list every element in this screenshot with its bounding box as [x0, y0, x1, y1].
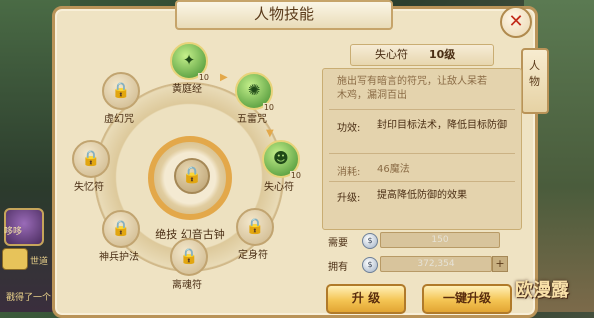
- need-label: 需要: [328, 238, 348, 249]
- lock-icon: 🔒: [111, 81, 131, 99]
- add-currency-button[interactable]: +: [492, 256, 508, 272]
- lock-icon: 🔒: [179, 247, 199, 265]
- skill-description: 施出写有暗言的符咒，让敌人呆若木鸡，漏洞百出: [337, 76, 487, 101]
- divider: [329, 153, 515, 154]
- skill-slot[interactable]: ✺ 10: [235, 72, 275, 112]
- skill-label: 神兵护法: [99, 252, 139, 263]
- skill-slot[interactable]: ✦ 10: [170, 42, 210, 82]
- skill-label: 黄庭经: [172, 84, 202, 95]
- skill-level: 10级: [429, 48, 456, 61]
- skill-slot[interactable]: 🔒: [72, 140, 110, 178]
- skill-detail-panel: 失心符 10级 施出写有暗言的符咒，让敌人呆若木鸡，漏洞百出 功效: 封印目标法…: [322, 44, 522, 314]
- upgrade-label: 升级:: [337, 193, 361, 204]
- need-value: 150: [380, 232, 500, 248]
- page-title: 人物技能: [175, 0, 393, 30]
- cost-label: 消耗:: [337, 167, 361, 178]
- player-name: 哆哆: [4, 226, 23, 236]
- arrow-icon: ▼: [266, 128, 274, 139]
- skill-name: 失心符: [375, 48, 408, 61]
- tab-character[interactable]: 人物: [521, 48, 549, 114]
- skill-slot[interactable]: 🔒: [102, 210, 140, 248]
- cost-value: 46魔法: [377, 164, 410, 175]
- skill-slot[interactable]: 🔒: [102, 72, 140, 110]
- lock-icon: 🔒: [245, 217, 265, 235]
- skill-label: 定身符: [238, 250, 268, 261]
- skill-slot[interactable]: 🔒: [236, 208, 274, 246]
- skill-label: 五雷咒: [237, 114, 267, 125]
- lock-icon: 🔒: [81, 149, 101, 167]
- watermark: 欧漫露: [515, 280, 569, 301]
- silver-coin-icon: $: [362, 257, 378, 273]
- upgrade-all-button[interactable]: 一键升级: [422, 284, 512, 314]
- lock-icon: 🔒: [174, 158, 210, 194]
- skill-icon: ✦: [182, 51, 196, 69]
- tab-character-label: 人物: [529, 59, 540, 88]
- have-label: 拥有: [328, 262, 348, 273]
- skill-label: 离魂符: [172, 280, 202, 291]
- skill-icon: ☻: [273, 149, 289, 167]
- chat-channel-text: 世道: [30, 257, 49, 267]
- skill-wheel: 🔒 绝技 幻音古钟 ✦ 10 黄庭经 ✺ 10 五雷咒 ☻ 10 失心符 🔒 定…: [60, 40, 310, 306]
- have-value: 372,354: [380, 256, 492, 272]
- skill-slot[interactable]: ☻ 10: [262, 140, 302, 180]
- effect-value: 封印目标法术，降低目标防御: [377, 120, 507, 131]
- divider: [329, 181, 515, 182]
- skill-label: 失忆符: [74, 182, 104, 193]
- skill-name-plate: 失心符 10级: [350, 44, 494, 66]
- skill-label: 失心符: [264, 182, 294, 193]
- skill-slot[interactable]: 🔒: [170, 238, 208, 276]
- skill-description-box: 施出写有暗言的符咒，让敌人呆若木鸡，漏洞百出 功效: 封印目标法术，降低目标防御…: [322, 68, 522, 230]
- chat-icon[interactable]: [2, 248, 28, 270]
- close-icon: ✕: [508, 11, 524, 32]
- arrow-icon: ▶: [220, 72, 228, 83]
- skill-icon: ✺: [247, 81, 261, 99]
- chat-message-text: 戳得了一个: [6, 293, 52, 303]
- skill-label: 虚幻咒: [104, 114, 134, 125]
- divider: [329, 109, 515, 110]
- effect-label: 功效:: [337, 123, 361, 134]
- lock-icon: 🔒: [111, 219, 131, 237]
- upgrade-button[interactable]: 升 级: [326, 284, 406, 314]
- upgrade-value: 提高降低防御的效果: [377, 190, 467, 201]
- silver-coin-icon: $: [362, 233, 378, 249]
- close-button[interactable]: ✕: [500, 6, 532, 38]
